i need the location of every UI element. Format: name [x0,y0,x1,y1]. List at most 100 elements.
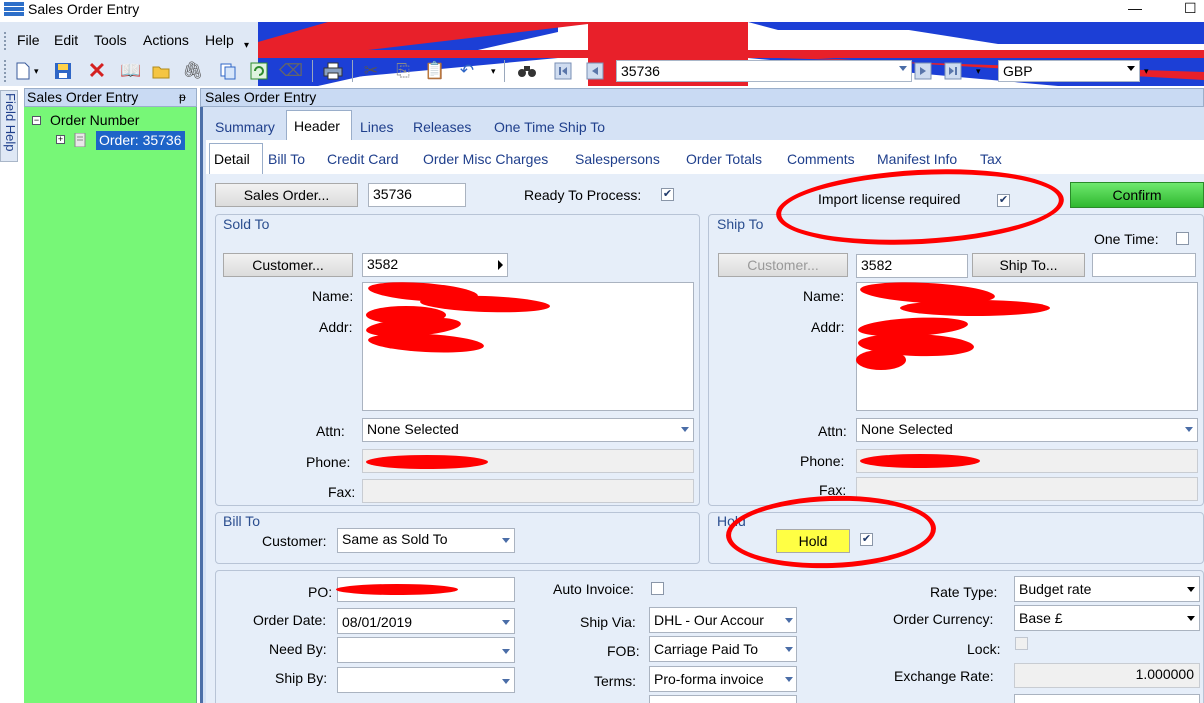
fob-label: FOB: [607,643,640,659]
subtab-detail-active[interactable]: Detail [209,143,263,174]
paste-icon[interactable]: 📋 [424,60,446,82]
ship-via-label: Ship Via: [580,614,636,630]
left-edge [0,88,20,703]
ship-to-fax-field[interactable] [856,477,1198,501]
undo-dropdown-icon[interactable]: ▾ [491,66,496,77]
menu-overflow-icon[interactable]: ▾ [244,40,249,51]
lock-checkbox[interactable] [1015,637,1028,650]
tab-one-time-ship-to[interactable]: One Time Ship To [494,117,605,137]
currency-value: GBP [1003,63,1033,79]
tab-lines[interactable]: Lines [360,117,393,137]
copy-icon[interactable] [217,60,239,82]
order-date-label: Order Date: [253,612,327,628]
subtab-credit-card[interactable]: Credit Card [327,149,399,169]
tree-root-node[interactable]: Order Number [50,112,139,129]
last-record-icon[interactable] [942,60,964,82]
extra-right-field[interactable] [1014,694,1200,703]
ship-to-addr-label: Addr: [811,319,845,335]
first-record-icon[interactable] [552,60,574,82]
tab-releases[interactable]: Releases [413,117,471,137]
sales-order-value: 35736 [373,186,412,202]
sales-order-field[interactable]: 35736 [368,183,466,207]
book-icon[interactable]: 📖 [120,60,142,82]
new-dropdown-icon[interactable]: ▾ [34,66,39,77]
auto-invoice-label: Auto Invoice: [553,581,634,597]
fob-combo[interactable]: Carriage Paid To [649,636,797,662]
attach-icon[interactable]: 🖇 [182,60,204,82]
ship-via-combo[interactable]: DHL - Our Accour [649,607,797,633]
tree-order-node[interactable]: Order: 35736 [96,131,185,150]
one-time-checkbox[interactable] [1176,232,1189,245]
currency-combo[interactable]: GBP [998,60,1140,82]
order-number-combo[interactable]: 35736 [616,60,912,82]
pin-icon[interactable]: ᵽ [179,89,186,106]
prev-record-icon[interactable] [584,60,606,82]
paste-copy-icon[interactable]: ⎘ [392,60,414,82]
terms-combo[interactable]: Pro-forma invoice [649,666,797,692]
order-date-combo[interactable]: 08/01/2019 [337,608,515,634]
subtab-manifest-info[interactable]: Manifest Info [877,149,957,169]
toolbar-overflow-icon[interactable]: ▾ [1144,66,1149,77]
extra-field[interactable] [649,695,797,703]
exchange-rate-field[interactable]: 1.000000 [1014,663,1200,688]
bill-to-customer-combo[interactable]: Same as Sold To [337,528,515,553]
subtab-order-totals[interactable]: Order Totals [686,149,762,169]
sold-to-customer-button[interactable]: Customer... [223,253,353,277]
window-title: Sales Order Entry [28,1,140,17]
delete-icon[interactable]: ✕ [86,60,108,82]
subtab-bill-to[interactable]: Bill To [268,149,305,169]
menu-actions[interactable]: Actions [143,31,189,49]
toolbar-separator [312,60,313,82]
ship-by-combo[interactable] [337,667,515,693]
menu-file[interactable]: File [17,31,40,49]
expand-icon[interactable]: + [56,135,65,144]
collapse-icon[interactable]: − [32,116,41,125]
auto-invoice-checkbox[interactable] [651,582,664,595]
confirm-button[interactable]: Confirm [1070,182,1204,208]
minimize-button[interactable]: — [1128,0,1142,16]
cut-icon[interactable]: ✂ [360,60,382,82]
eraser-icon[interactable]: ⌫ [279,60,303,82]
title-bar: Sales Order Entry — ☐ [0,0,1204,20]
refresh-icon[interactable] [248,60,270,82]
maximize-button[interactable]: ☐ [1184,0,1197,16]
rate-type-combo[interactable]: Budget rate [1014,576,1200,602]
ready-to-process-checkbox[interactable]: ✔ [661,188,674,201]
ship-to-customer-field[interactable]: 3582 [856,254,968,278]
subtab-salespersons[interactable]: Salespersons [575,149,660,169]
subtab-order-misc-charges[interactable]: Order Misc Charges [423,149,548,169]
folder-icon[interactable] [150,60,172,82]
tab-header-active[interactable]: Header [286,110,352,140]
ready-to-process-label: Ready To Process: [524,187,642,203]
save-icon[interactable] [52,60,74,82]
ship-to-button[interactable]: Ship To... [972,253,1085,277]
field-help-tab[interactable]: Field Help [0,90,18,162]
chevron-down-icon [785,677,793,682]
menu-tools[interactable]: Tools [94,31,127,49]
binoculars-icon[interactable] [516,60,538,82]
ship-to-customer-button[interactable]: Customer... [718,253,848,277]
sold-to-customer-field[interactable]: 3582 [362,253,508,277]
sold-to-attn-label: Attn: [316,423,345,439]
tab-header-label: Header [294,118,340,134]
print-icon[interactable] [322,60,344,82]
menu-help[interactable]: Help [205,31,234,49]
ship-to-attn-label: Attn: [818,423,847,439]
subtab-comments[interactable]: Comments [787,149,855,169]
ship-to-attn-combo[interactable]: None Selected [856,418,1198,442]
subtab-tax[interactable]: Tax [980,149,1002,169]
ship-to-customer-value: 3582 [861,257,893,273]
tab-summary[interactable]: Summary [215,117,275,137]
new-icon[interactable] [12,60,34,82]
nav-dropdown-icon[interactable]: ▾ [976,66,981,77]
sold-to-fax-field[interactable] [362,479,694,503]
undo-icon[interactable]: ↶ [456,60,478,82]
order-currency-combo[interactable]: Base £ [1014,605,1200,631]
bill-to-customer-label: Customer: [262,533,327,549]
sold-to-attn-combo[interactable]: None Selected [362,418,694,442]
sales-order-button[interactable]: Sales Order... [215,183,358,207]
menu-edit[interactable]: Edit [54,31,78,49]
next-record-icon[interactable] [912,60,934,82]
ship-to-field[interactable] [1092,253,1196,277]
need-by-combo[interactable] [337,637,515,663]
